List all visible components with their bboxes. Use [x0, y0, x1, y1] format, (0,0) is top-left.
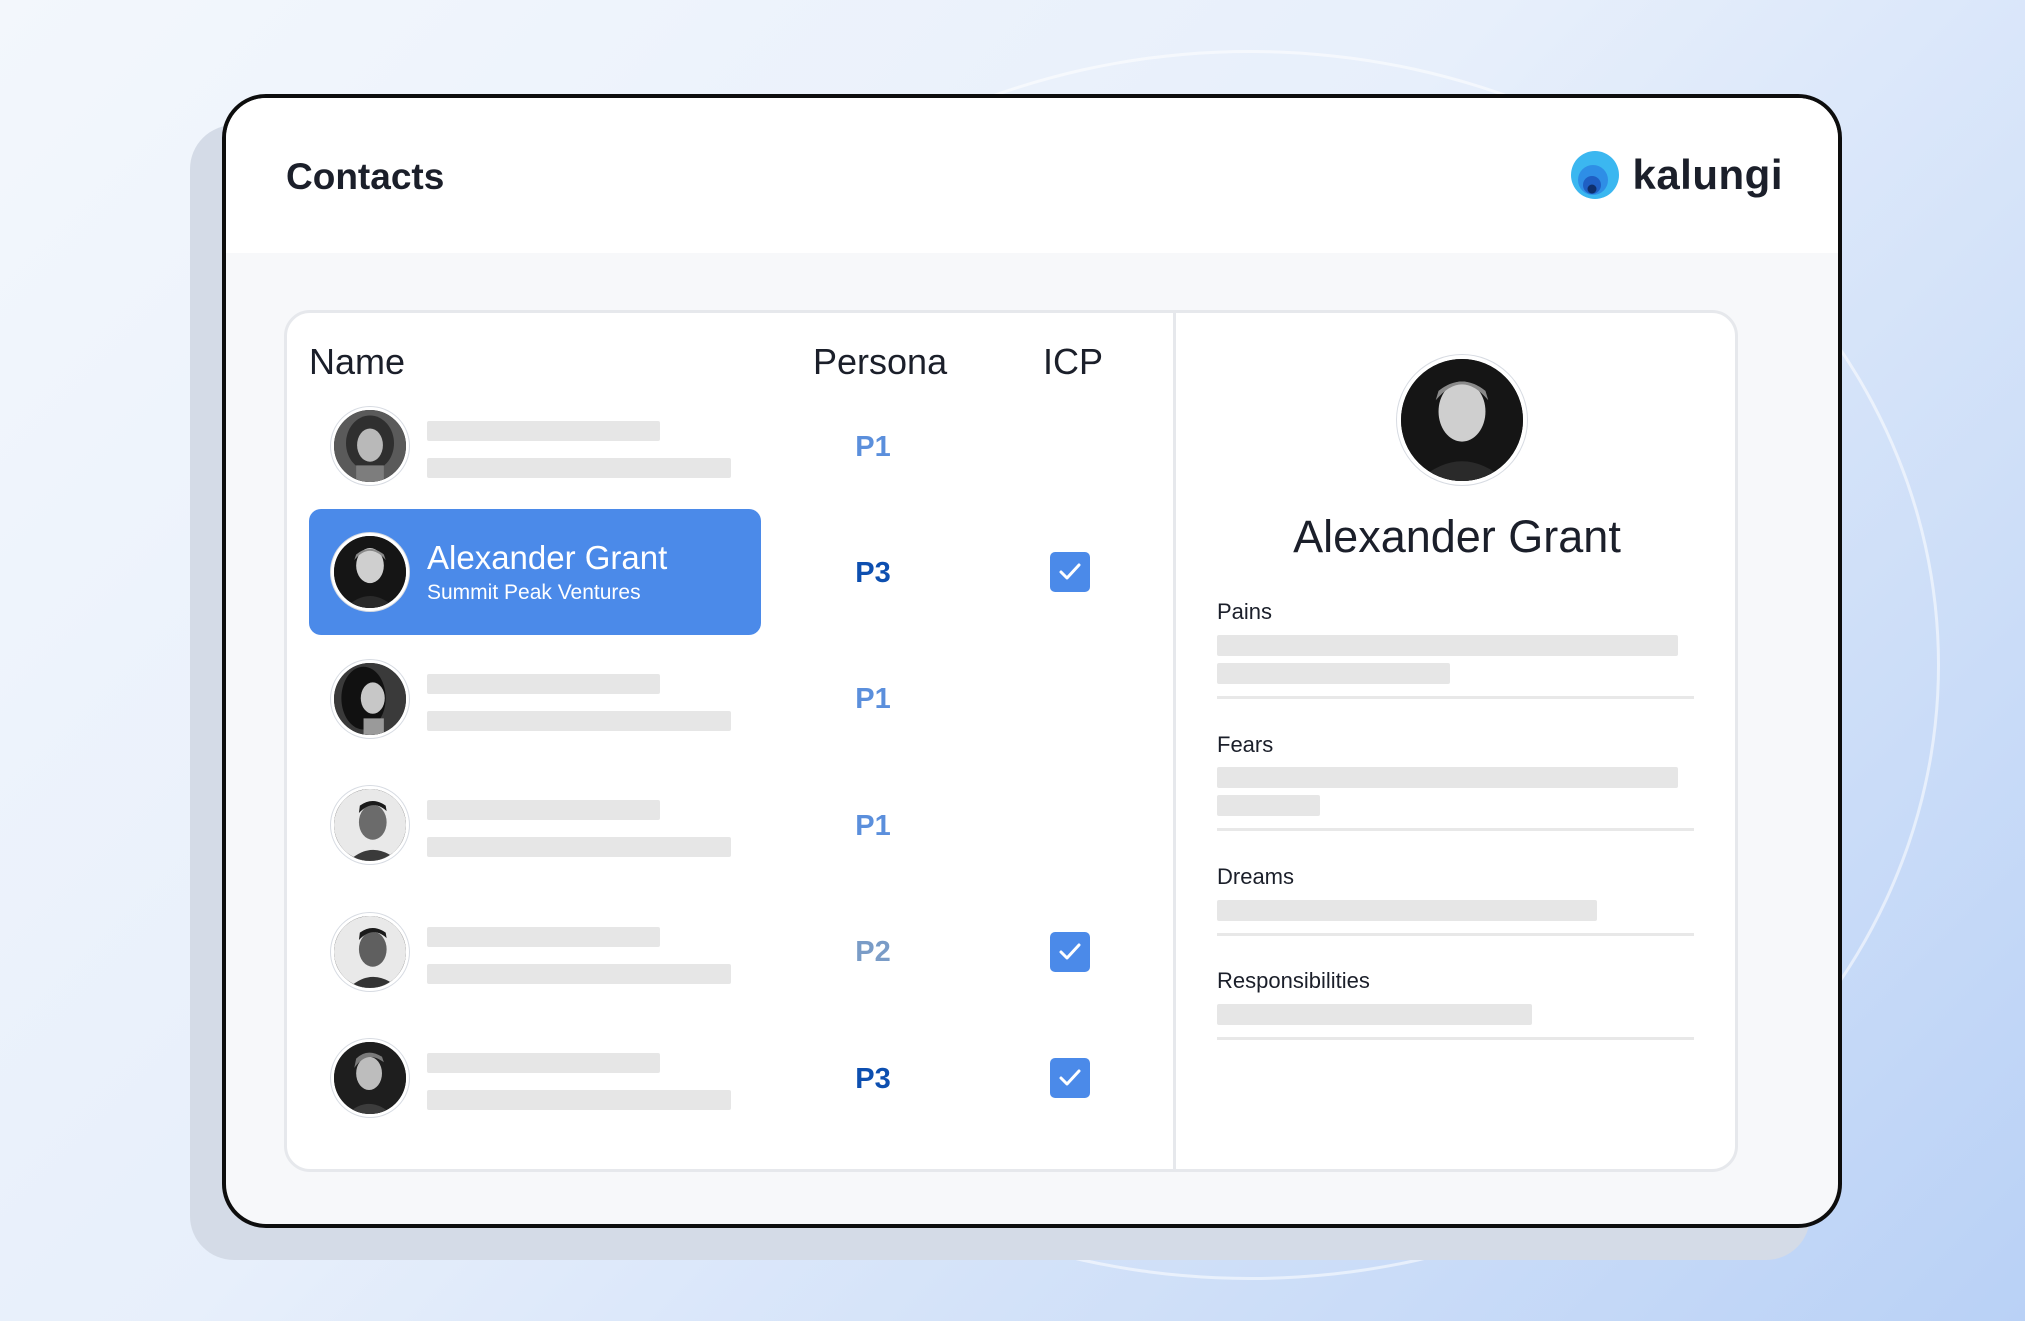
contacts-panel: Name Persona ICP P1 Alexander Grant Summ…	[284, 310, 1738, 1172]
avatar	[331, 533, 409, 611]
contact-row[interactable]	[309, 762, 761, 888]
detail-contact-name: Alexander Grant	[1293, 511, 1621, 562]
dreams-placeholder	[1217, 900, 1597, 921]
checkmark-icon	[1059, 563, 1081, 580]
brand-name: kalungi	[1632, 151, 1783, 198]
company-placeholder	[427, 1090, 731, 1110]
name-placeholder	[427, 800, 660, 820]
avatar	[331, 913, 409, 991]
icp-checkbox[interactable]	[1050, 552, 1090, 592]
contact-row[interactable]	[309, 889, 761, 1015]
contact-row[interactable]	[309, 636, 761, 762]
icp-checkbox[interactable]	[1050, 932, 1090, 972]
name-placeholder	[427, 421, 660, 441]
persona-badge: P3	[855, 557, 891, 589]
field-divider	[1217, 933, 1694, 936]
persona-badge: P1	[855, 683, 891, 715]
column-header-persona[interactable]: Persona	[813, 341, 947, 383]
avatar	[331, 660, 409, 738]
company-placeholder	[427, 711, 731, 731]
user-avatar-icon	[334, 1042, 406, 1114]
user-avatar-icon	[334, 536, 406, 608]
name-placeholder	[427, 927, 660, 947]
user-avatar-icon	[334, 789, 406, 861]
field-divider	[1217, 828, 1694, 831]
contact-name: Alexander Grant	[427, 539, 668, 576]
company-placeholder	[427, 964, 731, 984]
column-header-icp[interactable]: ICP	[1043, 341, 1103, 383]
app-window: Contacts kalungi Name Persona ICP P1 Ale…	[222, 94, 1842, 1228]
brand-logo: kalungi	[1570, 150, 1783, 200]
persona-badge: P1	[855, 810, 891, 842]
persona-badge: P3	[855, 1063, 891, 1095]
name-placeholder	[427, 1053, 660, 1073]
detail-avatar	[1397, 355, 1527, 485]
user-avatar-icon	[334, 410, 406, 482]
field-label-dreams: Dreams	[1217, 864, 1295, 889]
avatar	[331, 407, 409, 485]
user-avatar-icon	[334, 663, 406, 735]
avatar	[331, 786, 409, 864]
panel-divider	[1173, 313, 1176, 1169]
responsibilities-placeholder	[1217, 1004, 1532, 1025]
checkmark-icon	[1059, 1069, 1081, 1086]
app-header: Contacts kalungi	[226, 98, 1838, 253]
contact-row-selected[interactable]: Alexander Grant Summit Peak Ventures	[309, 509, 761, 635]
field-divider	[1217, 696, 1694, 699]
persona-badge: P1	[855, 431, 891, 463]
contact-row[interactable]	[309, 1015, 761, 1141]
column-header-name[interactable]: Name	[309, 341, 405, 383]
user-avatar-icon	[334, 916, 406, 988]
field-label-fears: Fears	[1217, 732, 1274, 757]
field-divider	[1217, 1037, 1694, 1040]
page-title: Contacts	[286, 156, 445, 197]
kalungi-logo-icon	[1571, 151, 1620, 199]
pains-placeholder	[1217, 663, 1450, 684]
contact-row[interactable]	[309, 383, 761, 509]
icp-checkbox[interactable]	[1050, 1058, 1090, 1098]
fears-placeholder	[1217, 767, 1678, 788]
name-placeholder	[427, 674, 660, 694]
company-placeholder	[427, 458, 731, 478]
field-label-responsibilities: Responsibilities	[1217, 968, 1370, 993]
company-placeholder	[427, 837, 731, 857]
contact-company: Summit Peak Ventures	[427, 581, 641, 604]
avatar	[331, 1039, 409, 1117]
persona-badge: P2	[855, 936, 891, 968]
pains-placeholder	[1217, 635, 1678, 656]
field-label-pains: Pains	[1217, 599, 1273, 624]
user-avatar-icon	[1401, 359, 1523, 481]
checkmark-icon	[1059, 943, 1081, 960]
fears-placeholder	[1217, 795, 1320, 816]
